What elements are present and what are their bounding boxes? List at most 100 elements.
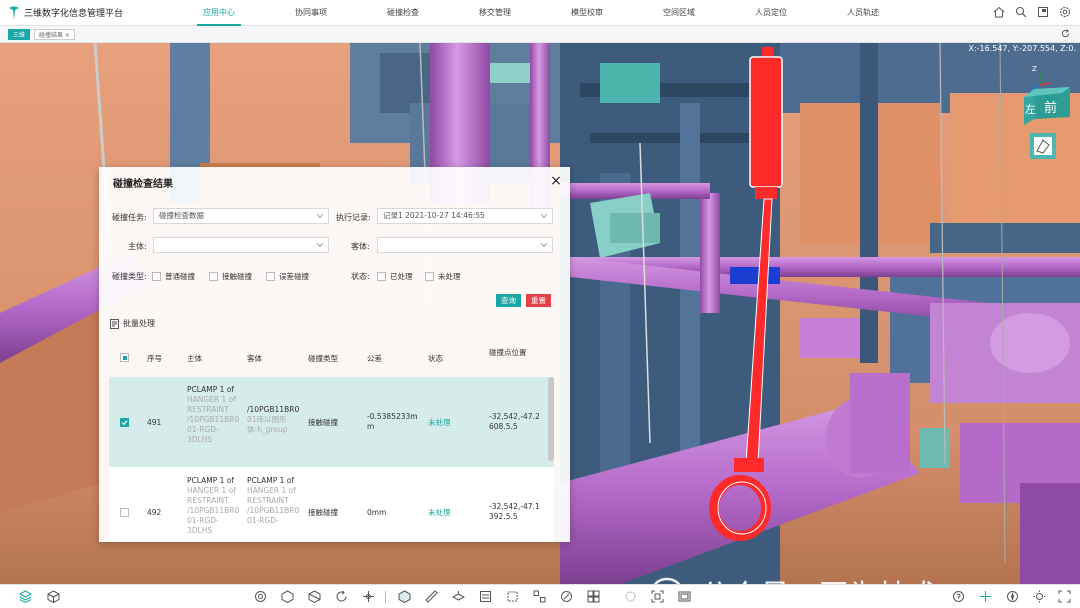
row-guest-line: PCLAMP 1 of	[247, 476, 295, 485]
status-unprocessed-checkbox[interactable]: 未处理	[425, 271, 461, 282]
properties-icon[interactable]	[479, 590, 492, 603]
layers-icon[interactable]	[19, 590, 32, 603]
row-checkbox[interactable]	[120, 508, 129, 517]
row-tolerance-line: m	[367, 422, 375, 431]
box-view-icon[interactable]	[281, 590, 294, 603]
row-position-line: -32,542,-47.1	[489, 502, 540, 511]
nav-item-personnel-location[interactable]: 人员定位	[725, 0, 817, 26]
row-position: -32,542,-47.2 608.5.5	[489, 412, 540, 432]
row-status[interactable]: 未处理	[428, 508, 451, 518]
checkbox-box[interactable]	[152, 272, 161, 281]
viewcube-face-front[interactable]: 前	[1044, 97, 1057, 116]
home-icon[interactable]	[992, 5, 1006, 19]
table-scrollbar[interactable]	[548, 377, 554, 461]
type-error-checkbox[interactable]: 误差碰撞	[266, 271, 309, 282]
row-guest-line: HANGER 1 of	[247, 486, 296, 495]
col-clash-type[interactable]: 碰撞类型	[308, 353, 338, 364]
nav-item-clash-check[interactable]: 碰撞检查	[357, 0, 449, 26]
checkbox-box[interactable]	[266, 272, 275, 281]
nav-item-app-center[interactable]: 应用中心	[173, 0, 265, 26]
clash-result-panel: 碰撞检查结果 × 碰撞任务: 碰撞检查数据 执行记录: 记录1 2021-10-…	[99, 167, 570, 542]
screenshot-icon[interactable]	[678, 590, 691, 603]
chevron-down-icon	[541, 214, 547, 219]
col-tolerance[interactable]: 公差	[367, 353, 382, 364]
rotate-icon[interactable]	[335, 590, 348, 603]
status-processed-checkbox[interactable]: 已处理	[377, 271, 413, 282]
table-row[interactable]: 492 PCLAMP 1 of HANGER 1 of RESTRAINT /1…	[109, 467, 554, 542]
nav-item-personnel-track[interactable]: 人员轨迹	[817, 0, 909, 26]
coordinate-readout: X:-16.547, Y:-207.554, Z:0.	[968, 44, 1076, 53]
settings-gear-icon[interactable]	[1058, 5, 1072, 19]
task-select-value: 碰撞检查数据	[159, 211, 204, 220]
col-clash-position[interactable]: 碰撞点位置	[489, 348, 533, 358]
col-index[interactable]: 序号	[147, 353, 162, 364]
row-main: PCLAMP 1 of HANGER 1 of RESTRAINT /10PGB…	[187, 476, 239, 536]
help-icon[interactable]	[952, 590, 965, 603]
checkbox-box[interactable]	[425, 272, 434, 281]
table-row[interactable]: 491 PCLAMP 1 of HANGER 1 of RESTRAINT /1…	[109, 377, 554, 467]
app-logo-icon	[8, 6, 20, 20]
compass-icon[interactable]	[1006, 590, 1019, 603]
exec-record-value: 记录1 2021-10-27 14:46:55	[383, 211, 485, 220]
tab-3d[interactable]: 三维	[8, 28, 31, 40]
row-status[interactable]: 未处理	[428, 418, 451, 428]
fullscreen-icon[interactable]	[1058, 590, 1071, 603]
nav-item-model-review[interactable]: 模型校审	[541, 0, 633, 26]
window-icon[interactable]	[1036, 5, 1050, 19]
query-button[interactable]: 查询	[496, 294, 521, 307]
type-contact-checkbox[interactable]: 接触碰撞	[209, 271, 252, 282]
measure-icon[interactable]	[425, 590, 438, 603]
row-checkbox[interactable]	[120, 418, 129, 427]
target-icon[interactable]	[254, 590, 267, 603]
tab-clash-result[interactable]: 碰撞结果 ×	[34, 28, 75, 40]
guest-body-select[interactable]	[377, 237, 553, 253]
nav-item-space-area[interactable]: 空间区域	[633, 0, 725, 26]
task-label: 碰撞任务:	[112, 213, 147, 222]
main-body-select[interactable]	[153, 237, 329, 253]
panel-title: 碰撞检查结果	[113, 178, 173, 190]
row-main-line: 3DLHS	[187, 526, 213, 535]
batch-process-button[interactable]: 批量处理	[110, 318, 155, 329]
row-guest-line: 01-RGD-	[247, 516, 279, 525]
settings-icon[interactable]	[624, 590, 637, 603]
select-all-checkbox[interactable]	[120, 353, 129, 362]
col-status[interactable]: 状态	[428, 353, 443, 364]
row-main-line: HANGER 1 of	[187, 395, 236, 404]
3d-viewport[interactable]: X:-16.547, Y:-207.554, Z:0. Z 左 前 碰撞检查结果…	[0, 43, 1080, 584]
nav-item-collaboration[interactable]: 协同事项	[265, 0, 357, 26]
app-title: 三维数字化信息管理平台	[24, 9, 124, 19]
task-select[interactable]: 碰撞检查数据	[153, 208, 329, 224]
main-body-label: 主体:	[128, 242, 147, 251]
box-section-icon[interactable]	[308, 590, 321, 603]
close-icon[interactable]: ×	[550, 174, 562, 188]
grid-icon[interactable]	[587, 590, 600, 603]
section-plane-icon[interactable]	[452, 590, 465, 603]
col-guest[interactable]: 客体	[247, 353, 262, 364]
col-main[interactable]: 主体	[187, 353, 202, 364]
document-icon	[110, 318, 119, 329]
reset-button[interactable]: 重置	[526, 294, 551, 307]
row-guest-line: /10PGB11BR0	[247, 506, 300, 515]
model-tree-icon[interactable]	[398, 590, 411, 603]
checkbox-box[interactable]	[377, 272, 386, 281]
refresh-icon[interactable]	[1061, 29, 1070, 41]
search-icon[interactable]	[1014, 5, 1028, 19]
chevron-down-icon	[317, 243, 323, 248]
light-icon[interactable]	[1033, 590, 1046, 603]
row-clash-type: 接触碰撞	[308, 418, 338, 427]
bottom-toolbar	[0, 584, 1080, 608]
roam-icon[interactable]	[560, 590, 573, 603]
cube-icon[interactable]	[47, 590, 60, 603]
explode-icon[interactable]	[533, 590, 546, 603]
row-guest: PCLAMP 1 of HANGER 1 of RESTRAINT /10PGB…	[247, 476, 299, 526]
type-normal-checkbox[interactable]: 普通碰撞	[152, 271, 195, 282]
pan-icon[interactable]	[362, 590, 375, 603]
fit-view-icon[interactable]	[651, 590, 664, 603]
exec-record-select[interactable]: 记录1 2021-10-27 14:46:55	[377, 208, 553, 224]
checkbox-box[interactable]	[209, 272, 218, 281]
viewcube-face-left[interactable]: 左	[1025, 101, 1036, 117]
nav-item-handover[interactable]: 移交管理	[449, 0, 541, 26]
clip-box-icon[interactable]	[506, 590, 519, 603]
axis-icon[interactable]	[979, 590, 992, 603]
view-cube[interactable]: Z 左 前	[1022, 63, 1072, 163]
